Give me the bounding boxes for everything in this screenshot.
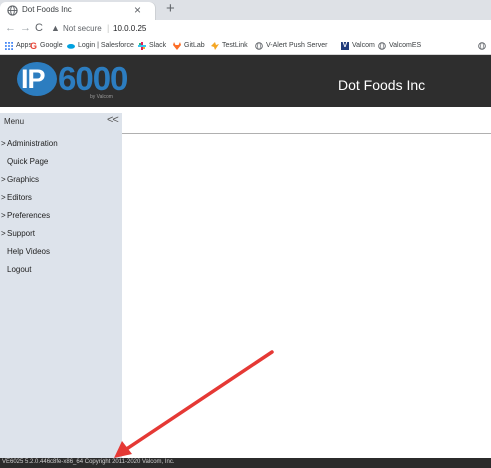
annotation-arrow-icon (114, 350, 274, 458)
